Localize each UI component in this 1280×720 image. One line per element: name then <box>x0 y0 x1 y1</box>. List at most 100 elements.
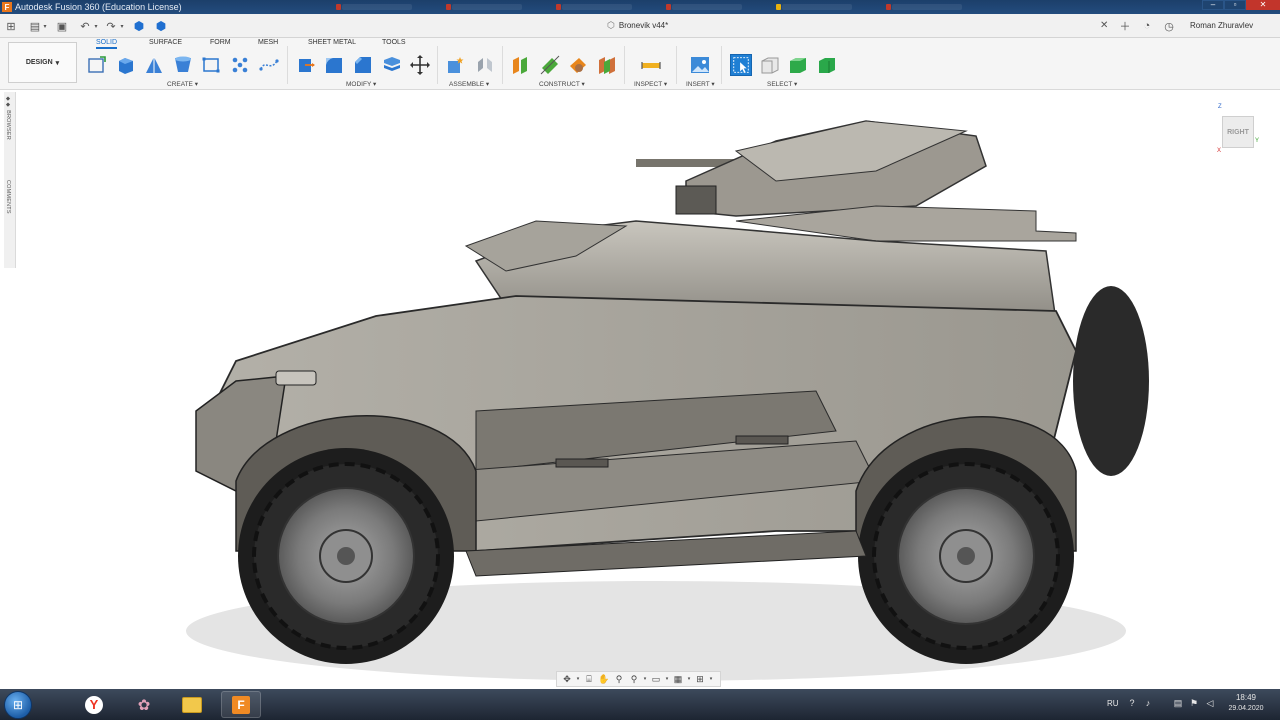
select-menu[interactable]: SELECT ▾ <box>767 80 797 88</box>
window-title: Autodesk Fusion 360 (Education License) <box>15 2 182 12</box>
browser-panel-collapsed[interactable]: ◆◆ BROWSER COMMENTS <box>4 92 16 268</box>
new-component-icon[interactable] <box>445 54 467 76</box>
language-indicator[interactable]: RU <box>1107 699 1119 708</box>
chamfer-icon[interactable] <box>352 54 374 76</box>
background-tab <box>775 4 852 10</box>
clock-date[interactable]: 29.04.2020 <box>1226 705 1266 712</box>
press-pull-icon[interactable] <box>295 54 317 76</box>
measure-icon[interactable] <box>640 54 662 76</box>
spline-icon[interactable] <box>258 54 280 76</box>
chevron-down-icon[interactable]: ▾ <box>686 672 692 686</box>
tab-solid[interactable]: SOLID <box>96 39 118 49</box>
taskbar-explorer[interactable] <box>172 691 212 718</box>
job-status-clock-icon[interactable]: ◷ <box>1162 19 1176 33</box>
look-at-icon[interactable]: ⌸ <box>582 672 596 686</box>
assemble-label: ASSEMBLE <box>449 81 485 88</box>
taskbar-paint[interactable]: ✿ <box>124 691 164 718</box>
chevron-down-icon[interactable]: ▾ <box>708 672 714 686</box>
fillet-icon[interactable] <box>323 54 345 76</box>
inspect-menu[interactable]: INSPECT ▾ <box>634 80 667 88</box>
construct-menu[interactable]: CONSTRUCT ▾ <box>539 80 585 88</box>
data-panel-icon[interactable]: ⬢ <box>154 19 168 33</box>
display-settings-icon[interactable]: ▭ <box>649 672 663 686</box>
tab-mesh[interactable]: MESH <box>258 39 278 46</box>
tab-sheet-metal[interactable]: SHEET METAL <box>308 39 356 46</box>
tab-surface[interactable]: SURFACE <box>149 39 182 46</box>
browser-toggle[interactable]: ◆◆ BROWSER <box>5 96 11 140</box>
viewports-icon[interactable]: ⊞ <box>693 672 707 686</box>
tab-form[interactable]: FORM <box>210 39 231 46</box>
tangent-plane-icon[interactable] <box>567 54 589 76</box>
grid-menu-icon[interactable]: ⊞ <box>4 19 18 33</box>
create-sketch-icon[interactable] <box>86 54 108 76</box>
shell-icon[interactable] <box>381 54 403 76</box>
network-icon[interactable]: ▤ <box>1172 697 1184 709</box>
assemble-menu[interactable]: ASSEMBLE ▾ <box>449 80 489 88</box>
tab-document[interactable]: ⬡ Bronevik v44* <box>607 20 668 31</box>
view-cube-face-right[interactable]: RIGHT <box>1222 116 1254 148</box>
group-divider <box>624 46 625 84</box>
chevron-down-icon[interactable]: ▾ <box>119 19 125 33</box>
plane-at-angle-icon[interactable] <box>539 54 561 76</box>
midplane-icon[interactable] <box>596 54 618 76</box>
taskbar-fusion[interactable]: F <box>221 691 261 718</box>
tab-tools[interactable]: TOOLS <box>382 39 406 46</box>
file-menu-icon[interactable]: ▤ <box>28 19 42 33</box>
job-status-icon[interactable]: ⬢ <box>132 19 146 33</box>
chevron-down-icon[interactable]: ▾ <box>93 19 99 33</box>
undo-icon[interactable]: ↶ <box>78 19 92 33</box>
fit-icon[interactable]: ⚲ <box>627 672 641 686</box>
help-icon[interactable]: ? <box>1126 697 1138 709</box>
chevron-down-icon[interactable]: ▾ <box>575 672 581 686</box>
volume-icon[interactable]: ◁ <box>1204 697 1216 709</box>
select-component-icon[interactable] <box>816 54 838 76</box>
insert-menu[interactable]: INSERT ▾ <box>686 80 715 88</box>
armored-vehicle-model[interactable] <box>176 111 1166 691</box>
offset-plane-icon[interactable] <box>510 54 532 76</box>
view-cube[interactable]: Z RIGHT Y X <box>1212 104 1260 156</box>
create-menu[interactable]: CREATE ▾ <box>167 80 198 88</box>
joint-icon[interactable] <box>474 54 496 76</box>
fusion-app: F Autodesk Fusion 360 (Education License… <box>0 0 1280 720</box>
modify-menu[interactable]: MODIFY ▾ <box>346 80 376 88</box>
sound-icon[interactable]: ♪ <box>1142 697 1154 709</box>
taskbar-yandex-browser[interactable]: Y <box>74 691 114 718</box>
chevron-down-icon[interactable]: ▾ <box>42 19 48 33</box>
new-tab-icon[interactable]: ＋ <box>1118 19 1132 33</box>
select-tool-icon[interactable] <box>730 54 752 76</box>
fusion-icon: F <box>232 695 250 714</box>
windows-taskbar: ⊞ Y ✿ F RU ? ♪ ▤ ⚑ ◁ 18:49 29.04.2020 <box>0 689 1280 720</box>
comments-toggle[interactable]: COMMENTS <box>5 180 11 214</box>
browser-label: BROWSER <box>5 110 11 140</box>
user-account[interactable]: Roman Zhuravlev <box>1190 21 1253 30</box>
sweep-icon[interactable] <box>172 54 194 76</box>
maximize-button[interactable]: ▫ <box>1224 0 1246 10</box>
close-tab-icon[interactable]: ✕ <box>1100 20 1108 31</box>
save-icon[interactable]: ▣ <box>55 19 69 33</box>
paint-icon: ✿ <box>137 696 151 714</box>
rectangle-pattern-icon[interactable] <box>200 54 222 76</box>
insert-image-icon[interactable] <box>689 54 711 76</box>
select-face-icon[interactable] <box>787 54 809 76</box>
zoom-icon[interactable]: ⚲ <box>612 672 626 686</box>
minimize-button[interactable]: – <box>1202 0 1224 10</box>
chevron-down-icon[interactable]: ▾ <box>664 672 670 686</box>
start-button[interactable]: ⊞ <box>4 691 32 719</box>
select-body-icon[interactable] <box>759 54 781 76</box>
orbit-icon[interactable]: ✥ <box>560 672 574 686</box>
pattern-icon[interactable] <box>229 54 251 76</box>
close-window-button[interactable]: ✕ <box>1246 0 1280 10</box>
redo-icon[interactable]: ↷ <box>104 19 118 33</box>
3d-viewport[interactable] <box>16 91 1280 689</box>
group-divider <box>676 46 677 84</box>
workspace-switcher[interactable]: DESIGN ▾ <box>8 42 77 83</box>
pan-icon[interactable]: ✋ <box>597 672 611 686</box>
chevron-down-icon[interactable]: ▾ <box>642 672 648 686</box>
extrude-icon[interactable] <box>115 54 137 76</box>
move-copy-icon[interactable] <box>409 54 431 76</box>
extensions-icon[interactable]: ◔ <box>1140 19 1154 33</box>
grid-settings-icon[interactable]: ▦ <box>671 672 685 686</box>
revolve-icon[interactable] <box>143 54 165 76</box>
clock-time[interactable]: 18:49 <box>1226 693 1266 702</box>
flag-icon[interactable]: ⚑ <box>1188 697 1200 709</box>
